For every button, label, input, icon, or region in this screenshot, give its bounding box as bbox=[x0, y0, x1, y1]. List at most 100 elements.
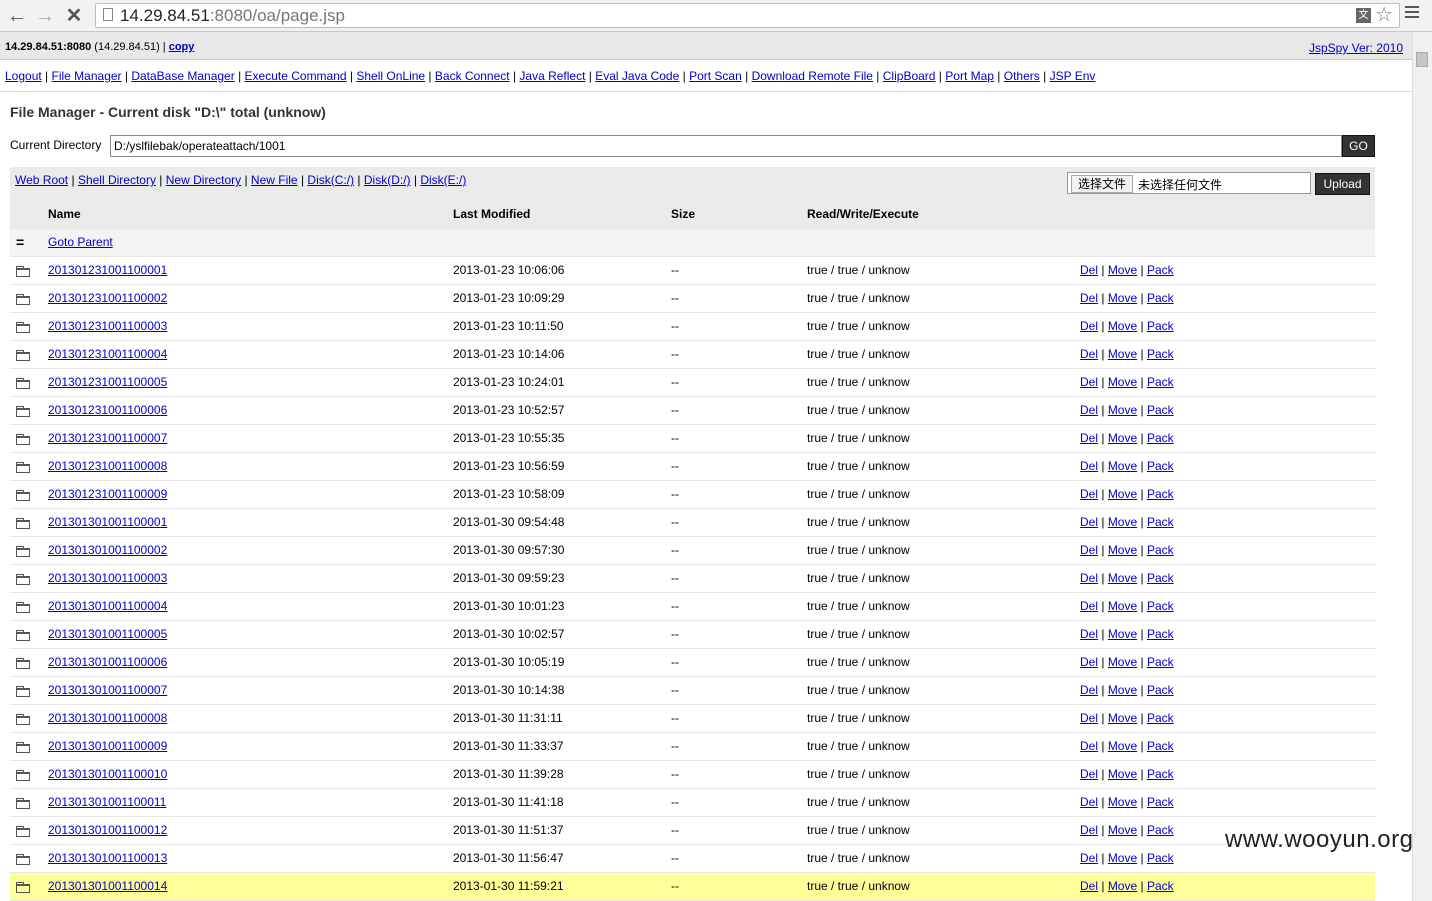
folder-name-link[interactable]: 201301231001100009 bbox=[48, 487, 167, 501]
pack-link[interactable]: Pack bbox=[1147, 263, 1174, 277]
nav-download-remote-file[interactable]: Download Remote File bbox=[752, 69, 873, 83]
folder-name-link[interactable]: 201301231001100005 bbox=[48, 375, 167, 389]
del-link[interactable]: Del bbox=[1080, 487, 1098, 501]
pack-link[interactable]: Pack bbox=[1147, 487, 1174, 501]
del-link[interactable]: Del bbox=[1080, 347, 1098, 361]
nav-file-manager[interactable]: File Manager bbox=[52, 69, 122, 83]
nav-java-reflect[interactable]: Java Reflect bbox=[519, 69, 585, 83]
browser-menu-icon[interactable] bbox=[1405, 6, 1419, 20]
back-arrow-icon[interactable]: ← bbox=[5, 4, 29, 28]
scrollbar-thumb[interactable] bbox=[1416, 52, 1428, 67]
move-link[interactable]: Move bbox=[1108, 403, 1137, 417]
copy-link[interactable]: copy bbox=[169, 41, 195, 53]
move-link[interactable]: Move bbox=[1108, 823, 1137, 837]
pack-link[interactable]: Pack bbox=[1147, 683, 1174, 697]
pack-link[interactable]: Pack bbox=[1147, 655, 1174, 669]
move-link[interactable]: Move bbox=[1108, 431, 1137, 445]
del-link[interactable]: Del bbox=[1080, 375, 1098, 389]
del-link[interactable]: Del bbox=[1080, 291, 1098, 305]
pack-link[interactable]: Pack bbox=[1147, 851, 1174, 865]
del-link[interactable]: Del bbox=[1080, 683, 1098, 697]
del-link[interactable]: Del bbox=[1080, 599, 1098, 613]
nav-port-scan[interactable]: Port Scan bbox=[689, 69, 742, 83]
del-link[interactable]: Del bbox=[1080, 795, 1098, 809]
folder-name-link[interactable]: 201301301001100001 bbox=[48, 515, 167, 529]
folder-name-link[interactable]: 201301301001100010 bbox=[48, 767, 167, 781]
folder-name-link[interactable]: 201301301001100009 bbox=[48, 739, 167, 753]
folder-name-link[interactable]: 201301301001100013 bbox=[48, 851, 167, 865]
move-link[interactable]: Move bbox=[1108, 319, 1137, 333]
pack-link[interactable]: Pack bbox=[1147, 347, 1174, 361]
nav-shell-online[interactable]: Shell OnLine bbox=[356, 69, 425, 83]
del-link[interactable]: Del bbox=[1080, 515, 1098, 529]
move-link[interactable]: Move bbox=[1108, 655, 1137, 669]
toolbar-disk-c[interactable]: Disk(C:/) bbox=[307, 173, 354, 187]
folder-name-link[interactable]: 201301231001100004 bbox=[48, 347, 167, 361]
vertical-scrollbar[interactable] bbox=[1412, 32, 1432, 901]
pack-link[interactable]: Pack bbox=[1147, 823, 1174, 837]
move-link[interactable]: Move bbox=[1108, 795, 1137, 809]
folder-name-link[interactable]: 201301231001100001 bbox=[48, 263, 167, 277]
translate-icon[interactable]: 文 bbox=[1356, 8, 1371, 23]
folder-name-link[interactable]: 201301231001100007 bbox=[48, 431, 167, 445]
folder-name-link[interactable]: 201301301001100008 bbox=[48, 711, 167, 725]
upload-button[interactable]: Upload bbox=[1315, 173, 1370, 195]
folder-name-link[interactable]: 201301231001100003 bbox=[48, 319, 167, 333]
toolbar-disk-e[interactable]: Disk(E:/) bbox=[420, 173, 466, 187]
pack-link[interactable]: Pack bbox=[1147, 459, 1174, 473]
nav-clipboard[interactable]: ClipBoard bbox=[883, 69, 936, 83]
go-button[interactable]: GO bbox=[1342, 135, 1375, 157]
folder-name-link[interactable]: 201301301001100002 bbox=[48, 543, 167, 557]
nav-others[interactable]: Others bbox=[1004, 69, 1040, 83]
del-link[interactable]: Del bbox=[1080, 431, 1098, 445]
del-link[interactable]: Del bbox=[1080, 711, 1098, 725]
del-link[interactable]: Del bbox=[1080, 655, 1098, 669]
bookmark-star-icon[interactable]: ☆ bbox=[1375, 4, 1393, 26]
pack-link[interactable]: Pack bbox=[1147, 627, 1174, 641]
toolbar-shell-directory[interactable]: Shell Directory bbox=[78, 173, 156, 187]
pack-link[interactable]: Pack bbox=[1147, 543, 1174, 557]
pack-link[interactable]: Pack bbox=[1147, 767, 1174, 781]
move-link[interactable]: Move bbox=[1108, 683, 1137, 697]
move-link[interactable]: Move bbox=[1108, 879, 1137, 893]
move-link[interactable]: Move bbox=[1108, 291, 1137, 305]
move-link[interactable]: Move bbox=[1108, 263, 1137, 277]
pack-link[interactable]: Pack bbox=[1147, 599, 1174, 613]
toolbar-web-root[interactable]: Web Root bbox=[15, 173, 68, 187]
move-link[interactable]: Move bbox=[1108, 599, 1137, 613]
address-bar[interactable]: 14.29.84.51:8080/oa/page.jsp 文 ☆ bbox=[95, 3, 1400, 28]
folder-name-link[interactable]: 201301231001100006 bbox=[48, 403, 167, 417]
del-link[interactable]: Del bbox=[1080, 263, 1098, 277]
forward-arrow-icon[interactable]: → bbox=[33, 4, 57, 28]
move-link[interactable]: Move bbox=[1108, 739, 1137, 753]
current-directory-input[interactable] bbox=[110, 135, 1342, 157]
pack-link[interactable]: Pack bbox=[1147, 879, 1174, 893]
move-link[interactable]: Move bbox=[1108, 543, 1137, 557]
pack-link[interactable]: Pack bbox=[1147, 571, 1174, 585]
pack-link[interactable]: Pack bbox=[1147, 515, 1174, 529]
del-link[interactable]: Del bbox=[1080, 319, 1098, 333]
move-link[interactable]: Move bbox=[1108, 571, 1137, 585]
nav-port-map[interactable]: Port Map bbox=[945, 69, 994, 83]
toolbar-new-file[interactable]: New File bbox=[251, 173, 298, 187]
move-link[interactable]: Move bbox=[1108, 711, 1137, 725]
move-link[interactable]: Move bbox=[1108, 459, 1137, 473]
file-input[interactable]: 选择文件 未选择任何文件 bbox=[1067, 172, 1311, 194]
del-link[interactable]: Del bbox=[1080, 459, 1098, 473]
goto-parent-link[interactable]: Goto Parent bbox=[48, 235, 113, 249]
choose-file-button[interactable]: 选择文件 bbox=[1071, 175, 1134, 193]
folder-name-link[interactable]: 201301301001100014 bbox=[48, 879, 167, 893]
del-link[interactable]: Del bbox=[1080, 543, 1098, 557]
pack-link[interactable]: Pack bbox=[1147, 711, 1174, 725]
pack-link[interactable]: Pack bbox=[1147, 739, 1174, 753]
del-link[interactable]: Del bbox=[1080, 627, 1098, 641]
nav-jsp-env[interactable]: JSP Env bbox=[1050, 69, 1096, 83]
del-link[interactable]: Del bbox=[1080, 571, 1098, 585]
del-link[interactable]: Del bbox=[1080, 403, 1098, 417]
move-link[interactable]: Move bbox=[1108, 375, 1137, 389]
del-link[interactable]: Del bbox=[1080, 851, 1098, 865]
move-link[interactable]: Move bbox=[1108, 487, 1137, 501]
move-link[interactable]: Move bbox=[1108, 851, 1137, 865]
del-link[interactable]: Del bbox=[1080, 823, 1098, 837]
pack-link[interactable]: Pack bbox=[1147, 375, 1174, 389]
